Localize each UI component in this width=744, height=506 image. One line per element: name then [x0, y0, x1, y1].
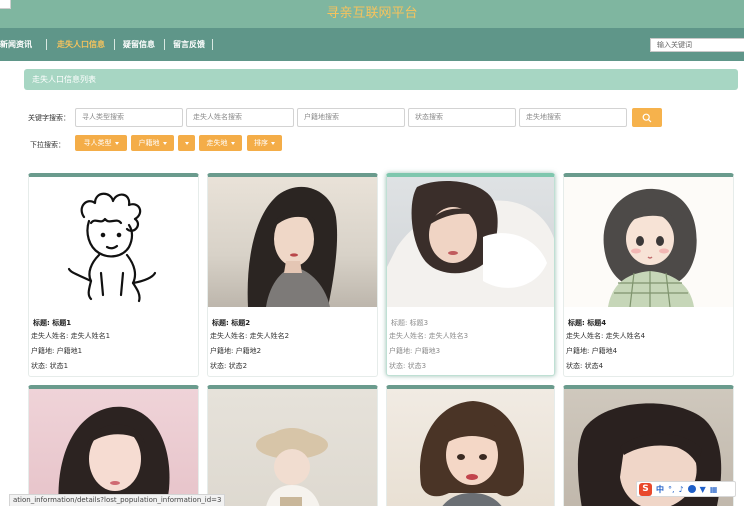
dropdown-location[interactable]: 走失地 [199, 135, 242, 151]
browser-status-url: ation_information/details?lost_populatio… [9, 494, 226, 506]
card-missing-name: 走失人姓名: 走失人姓名3 [389, 332, 469, 340]
card-missing-name: 走失人姓名: 走失人姓名1 [31, 332, 111, 340]
nav-divider [114, 39, 115, 50]
line-drawing-boy-icon [67, 192, 157, 303]
search-icon [642, 113, 652, 122]
keyword-search-label: 关键字搜索： [28, 114, 70, 122]
dropdown-label: 排序 [254, 139, 268, 147]
keyboard-icon[interactable] [687, 485, 696, 493]
card-image[interactable] [387, 177, 554, 307]
card-household-origin: 户籍地: 户籍地4 [566, 347, 618, 355]
card[interactable] [386, 385, 555, 506]
card-missing-name: 走失人姓名: 走失人姓名2 [210, 332, 290, 340]
dropdown-sort[interactable]: 排序 [247, 135, 282, 151]
photo-child-hat-icon [256, 428, 328, 506]
card-title: 标题: 标题4 [568, 319, 607, 327]
card-image[interactable] [387, 389, 554, 506]
search-button[interactable] [632, 108, 662, 127]
caret-down-icon [162, 141, 167, 145]
punctuation-icon[interactable]: °, [668, 485, 675, 494]
card-household-origin: 户籍地: 户籍地2 [210, 347, 262, 355]
card[interactable]: 标题: 标题2 走失人姓名: 走失人姓名2 户籍地: 户籍地2 状态: 状态2 [207, 173, 378, 377]
dropdown-search-type[interactable]: 寻人类型 [75, 135, 127, 151]
window-corner [0, 0, 11, 9]
card-missing-name: 走失人姓名: 走失人姓名4 [566, 332, 646, 340]
anime-girl-plaid-icon [603, 188, 697, 307]
nav-item-found-info[interactable]: 疑留信息 [123, 28, 155, 61]
card-image[interactable] [564, 177, 733, 307]
card[interactable]: 标题: 标题1 走失人姓名: 走失人姓名1 户籍地: 户籍地1 状态: 状态1 [28, 173, 199, 377]
main-nav: 新闻资讯 走失人口信息 疑留信息 留言反馈 输入关键词 [0, 28, 744, 61]
painting-girl-bob-icon [420, 401, 525, 506]
caret-down-icon [271, 141, 275, 145]
dropdown-origin[interactable]: 户籍地 [131, 135, 174, 151]
site-title: 寻亲互联网平台 [326, 6, 418, 21]
sogou-logo-icon: S [639, 482, 652, 496]
dropdown-status[interactable] [178, 135, 195, 151]
card[interactable]: 标题: 标题4 走失人姓名: 走失人姓名4 户籍地: 户籍地4 状态: 状态4 [563, 173, 734, 377]
photo-girl-pillow-icon [387, 181, 554, 307]
grid-icon[interactable]: ▦ [710, 485, 718, 494]
nav-item-news[interactable]: 新闻资讯 [0, 28, 32, 61]
card-title: 标题: 标题1 [33, 319, 72, 327]
search-origin-input[interactable]: 户籍地搜索 [297, 108, 405, 127]
shirt-icon[interactable]: ▼ [700, 485, 706, 494]
search-type-input[interactable]: 寻人类型搜索 [75, 108, 183, 127]
section-title: 走失人口信息列表 [24, 69, 738, 90]
nav-item-missing-persons[interactable]: 走失人口信息 [57, 28, 105, 61]
search-name-input[interactable]: 走失人姓名搜索 [186, 108, 294, 127]
dropdown-label: 走失地 [206, 139, 228, 147]
page: 寻亲互联网平台 新闻资讯 走失人口信息 疑留信息 留言反馈 输入关键词 走失人口… [0, 0, 744, 506]
dropdown-search-label: 下拉搜索： [30, 141, 65, 149]
ime-mode-label[interactable]: 中 [656, 484, 664, 495]
card-image[interactable] [208, 177, 377, 307]
card-status: 状态: 状态3 [389, 362, 427, 370]
card-status: 状态: 状态4 [566, 362, 604, 370]
card-title: 标题: 标题3 [391, 319, 429, 327]
site-header: 寻亲互联网平台 [0, 0, 744, 28]
card-image[interactable] [29, 177, 198, 307]
nav-divider [164, 39, 165, 50]
search-status-input[interactable]: 状态搜索 [408, 108, 516, 127]
card-image[interactable] [208, 389, 377, 506]
card-status: 状态: 状态2 [210, 362, 248, 370]
nav-search-input[interactable]: 输入关键词 [650, 38, 744, 52]
microphone-icon[interactable]: ♪ [679, 485, 684, 494]
nav-divider [46, 39, 47, 50]
nav-item-feedback[interactable]: 留言反馈 [173, 28, 205, 61]
card[interactable] [207, 385, 378, 506]
card[interactable]: 标题: 标题3 走失人姓名: 走失人姓名3 户籍地: 户籍地3 状态: 状态3 [386, 173, 555, 376]
ime-toolbar[interactable]: S 中 °, ♪ ▼ ▦ [636, 481, 736, 497]
photo-girl-dark-hair-icon [247, 186, 338, 307]
nav-divider [212, 39, 213, 50]
card-status: 状态: 状态1 [31, 362, 69, 370]
card-image[interactable] [29, 389, 198, 506]
dropdown-label: 户籍地 [138, 139, 160, 147]
search-location-input[interactable]: 走失地搜索 [519, 108, 627, 127]
card-title: 标题: 标题2 [212, 319, 251, 327]
card[interactable] [28, 385, 199, 506]
photo-girl-pink-icon [58, 406, 170, 506]
card-household-origin: 户籍地: 户籍地3 [389, 347, 441, 355]
caret-down-icon [114, 141, 119, 145]
caret-down-icon [184, 141, 189, 145]
caret-down-icon [230, 141, 235, 145]
dropdown-label: 寻人类型 [83, 139, 112, 147]
card-household-origin: 户籍地: 户籍地1 [31, 347, 83, 355]
